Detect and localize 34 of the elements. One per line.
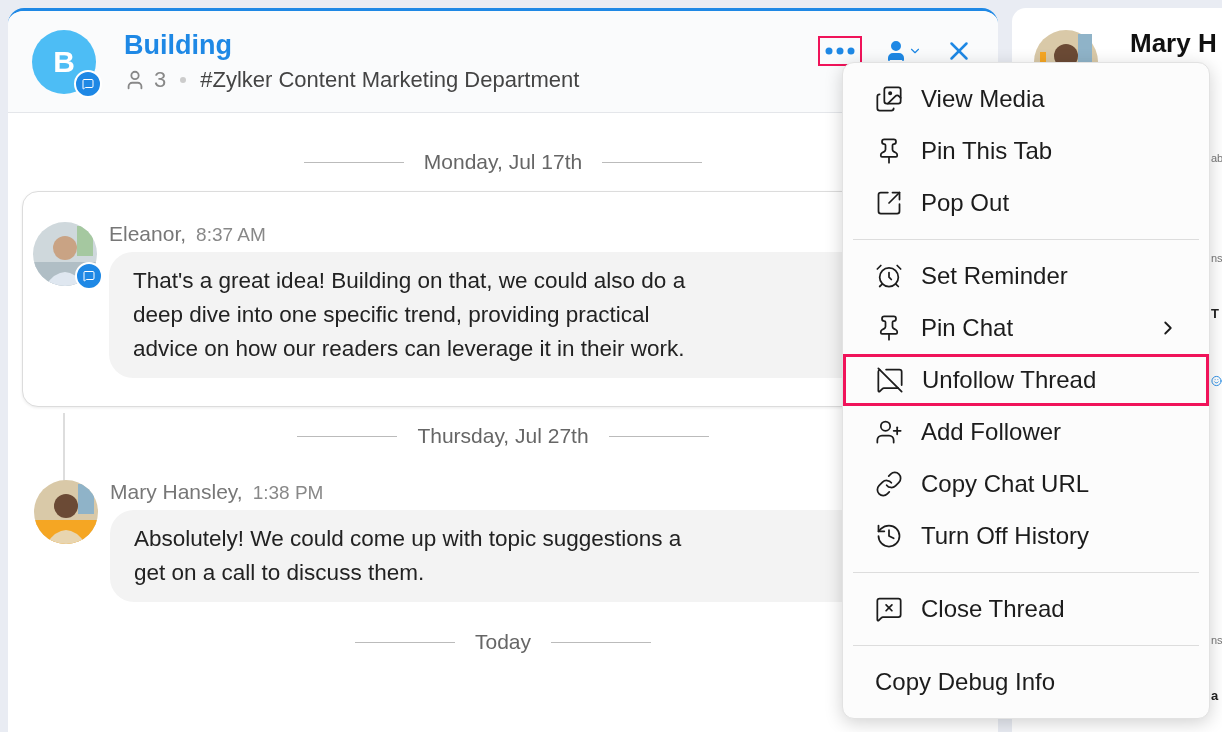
date-divider-label: Monday, Jul 17th — [423, 150, 583, 174]
chat-title: Building — [124, 30, 233, 61]
external-link-icon — [875, 189, 903, 217]
member-count: 3 — [154, 67, 167, 93]
link-icon — [875, 470, 903, 498]
menu-item[interactable]: Copy Debug Info — [845, 656, 1207, 708]
menu-item[interactable]: Add Follower — [845, 406, 1207, 458]
message-time: 8:37 AM — [196, 224, 266, 246]
menu-item[interactable]: View Media — [845, 73, 1207, 125]
group-avatar: B — [32, 29, 96, 94]
author-name: Mary Hansley, — [110, 480, 243, 504]
partial-text: ns — [1211, 253, 1222, 264]
partial-text: ns — [1211, 635, 1222, 646]
chat-badge-icon — [74, 69, 102, 98]
menu-item[interactable]: Unfollow Thread — [843, 354, 1209, 406]
message-time: 1:38 PM — [252, 482, 324, 504]
date-divider-label: Today — [474, 630, 531, 654]
partial-text: a — [1211, 689, 1219, 702]
channel-name: #Zylker Content Marketing Department — [200, 67, 580, 93]
images-icon — [875, 85, 903, 113]
contact-name: Mary H — [1130, 28, 1217, 59]
alarm-clock-icon — [875, 262, 903, 290]
message-x-icon — [875, 595, 903, 623]
menu-item[interactable]: Copy Chat URL — [845, 458, 1207, 510]
partial-text: T — [1211, 307, 1219, 320]
date-divider-label: Thursday, Jul 27th — [417, 424, 589, 448]
history-icon — [875, 522, 903, 550]
author-name: Eleanor, — [109, 222, 187, 246]
partial-text: ab — [1211, 153, 1222, 164]
user-plus-icon — [875, 418, 903, 446]
more-icon — [825, 46, 855, 55]
message-off-icon — [876, 366, 904, 394]
menu-item[interactable]: Pop Out — [845, 177, 1207, 229]
menu-item[interactable]: Pin This Tab — [845, 125, 1207, 177]
